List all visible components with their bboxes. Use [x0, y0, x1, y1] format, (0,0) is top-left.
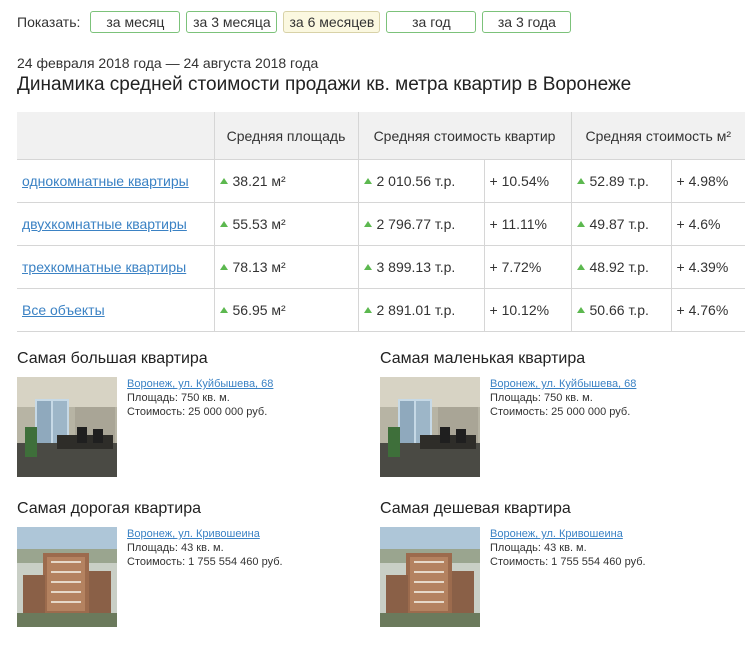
sqm-change-cell: + 4.76%: [671, 288, 746, 332]
price-value: 2 891.01 т.р.: [376, 302, 456, 318]
price-text: Стоимость: 1 755 554 460 руб.: [127, 556, 283, 568]
office-photo[interactable]: [380, 377, 480, 477]
price-change-cell: + 10.12%: [484, 288, 572, 332]
smallest-apartment-card: Самая маленькая квартира Воронеж, ул. Ку…: [380, 350, 720, 477]
card-title: Самая маленькая квартира: [380, 350, 586, 367]
one-room-link[interactable]: однокомнатные квартиры: [22, 173, 189, 189]
sqm-value: 49.87 т.р.: [589, 216, 649, 232]
area-text: Площадь: 43 кв. м.: [127, 542, 224, 554]
area-value: 78.13 м²: [232, 259, 286, 275]
price-cell: 2 796.77 т.р.: [358, 202, 485, 246]
row-name-cell: трехкомнатные квартиры: [17, 245, 215, 289]
row-name-cell: Все объекты: [17, 288, 215, 332]
area-text: Площадь: 43 кв. м.: [490, 542, 587, 554]
most-expensive-apartment-card: Самая дорогая квартира Воронеж, ул. Крив…: [17, 500, 357, 627]
sqm-value: 48.92 т.р.: [589, 259, 649, 275]
sqm-cell: 50.66 т.р.: [571, 288, 672, 332]
price-value: 2 796.77 т.р.: [376, 216, 456, 232]
price-value: 3 899.13 т.р.: [376, 259, 456, 275]
building-photo[interactable]: [380, 527, 480, 627]
two-room-link[interactable]: двухкомнатные квартиры: [22, 216, 187, 232]
sqm-value: 50.66 т.р.: [589, 302, 649, 318]
up-arrow-icon: [219, 178, 228, 184]
up-arrow-icon: [219, 307, 228, 313]
sqm-cell: 52.89 т.р.: [571, 159, 672, 203]
price-value: 2 010.56 т.р.: [376, 173, 456, 189]
card-info: Воронеж, ул. Кривошеина Площадь: 43 кв. …: [490, 527, 646, 569]
price-cell: 3 899.13 т.р.: [358, 245, 485, 289]
table-row: Все объекты 56.95 м² 2 891.01 т.р. + 10.…: [17, 288, 746, 332]
price-cell: 2 891.01 т.р.: [358, 288, 485, 332]
price-change-cell: + 11.11%: [484, 202, 572, 246]
office-photo[interactable]: [17, 377, 117, 477]
table-header-row: Средняя площадь Средняя стоимость кварти…: [17, 112, 746, 160]
area-value: 38.21 м²: [232, 173, 286, 189]
card-title: Самая дешевая квартира: [380, 500, 571, 517]
table-row: трехкомнатные квартиры 78.13 м² 3 899.13…: [17, 245, 746, 289]
sqm-change-cell: + 4.98%: [671, 159, 746, 203]
sqm-change-cell: + 4.39%: [671, 245, 746, 289]
page-title: Динамика средней стоимости продажи кв. м…: [17, 74, 632, 95]
up-arrow-icon: [576, 307, 585, 313]
header-name: [17, 112, 215, 160]
sqm-value: 52.89 т.р.: [589, 173, 649, 189]
up-arrow-icon: [576, 178, 585, 184]
up-arrow-icon: [363, 307, 372, 313]
area-value: 56.95 м²: [232, 302, 286, 318]
card-info: Воронеж, ул. Куйбышева, 68 Площадь: 750 …: [127, 377, 273, 419]
area-value: 55.53 м²: [232, 216, 286, 232]
address-link[interactable]: Воронеж, ул. Куйбышева, 68: [127, 377, 273, 391]
card-title: Самая дорогая квартира: [17, 500, 201, 517]
price-text: Стоимость: 25 000 000 руб.: [490, 406, 631, 418]
row-name-cell: двухкомнатные квартиры: [17, 202, 215, 246]
address-link[interactable]: Воронеж, ул. Кривошеина: [127, 527, 283, 541]
price-text: Стоимость: 1 755 554 460 руб.: [490, 556, 646, 568]
sqm-cell: 48.92 т.р.: [571, 245, 672, 289]
filter-label: Показать:: [17, 14, 81, 30]
address-link[interactable]: Воронеж, ул. Куйбышева, 68: [490, 377, 636, 391]
three-room-link[interactable]: трехкомнатные квартиры: [22, 259, 186, 275]
price-change-cell: + 10.54%: [484, 159, 572, 203]
header-area: Средняя площадь: [214, 112, 359, 160]
sqm-cell: 49.87 т.р.: [571, 202, 672, 246]
up-arrow-icon: [576, 264, 585, 270]
table-row: однокомнатные квартиры 38.21 м² 2 010.56…: [17, 159, 746, 203]
card-title: Самая большая квартира: [17, 350, 208, 367]
area-text: Площадь: 750 кв. м.: [127, 392, 230, 404]
building-photo[interactable]: [17, 527, 117, 627]
price-stats-table: Средняя площадь Средняя стоимость кварти…: [17, 112, 746, 332]
card-info: Воронеж, ул. Кривошеина Площадь: 43 кв. …: [127, 527, 283, 569]
price-text: Стоимость: 25 000 000 руб.: [127, 406, 268, 418]
up-arrow-icon: [363, 221, 372, 227]
sqm-change-cell: + 4.6%: [671, 202, 746, 246]
largest-apartment-card: Самая большая квартира Воронеж, ул. Куйб…: [17, 350, 357, 477]
filter-3-years-button[interactable]: за 3 года: [482, 11, 572, 33]
row-name-cell: однокомнатные квартиры: [17, 159, 215, 203]
filter-3-months-button[interactable]: за 3 месяца: [186, 11, 278, 33]
all-objects-link[interactable]: Все объекты: [22, 302, 105, 318]
up-arrow-icon: [363, 264, 372, 270]
header-sqm: Средняя стоимость м²: [571, 112, 746, 160]
filter-year-button[interactable]: за год: [386, 11, 477, 33]
area-cell: 38.21 м²: [214, 159, 359, 203]
header-price: Средняя стоимость квартир: [358, 112, 572, 160]
area-cell: 56.95 м²: [214, 288, 359, 332]
price-cell: 2 010.56 т.р.: [358, 159, 485, 203]
filter-6-months-button[interactable]: за 6 месяцев: [283, 11, 381, 33]
up-arrow-icon: [219, 264, 228, 270]
area-cell: 78.13 м²: [214, 245, 359, 289]
up-arrow-icon: [363, 178, 372, 184]
date-range: 24 февраля 2018 года — 24 августа 2018 г…: [17, 55, 319, 71]
table-row: двухкомнатные квартиры 55.53 м² 2 796.77…: [17, 202, 746, 246]
area-cell: 55.53 м²: [214, 202, 359, 246]
area-text: Площадь: 750 кв. м.: [490, 392, 593, 404]
card-info: Воронеж, ул. Куйбышева, 68 Площадь: 750 …: [490, 377, 636, 419]
up-arrow-icon: [219, 221, 228, 227]
price-change-cell: + 7.72%: [484, 245, 572, 289]
cheapest-apartment-card: Самая дешевая квартира Воронеж, ул. Крив…: [380, 500, 720, 627]
address-link[interactable]: Воронеж, ул. Кривошеина: [490, 527, 646, 541]
filter-month-button[interactable]: за месяц: [90, 11, 181, 33]
up-arrow-icon: [576, 221, 585, 227]
period-filter: Показать: за месяц за 3 месяца за 6 меся…: [17, 11, 577, 33]
